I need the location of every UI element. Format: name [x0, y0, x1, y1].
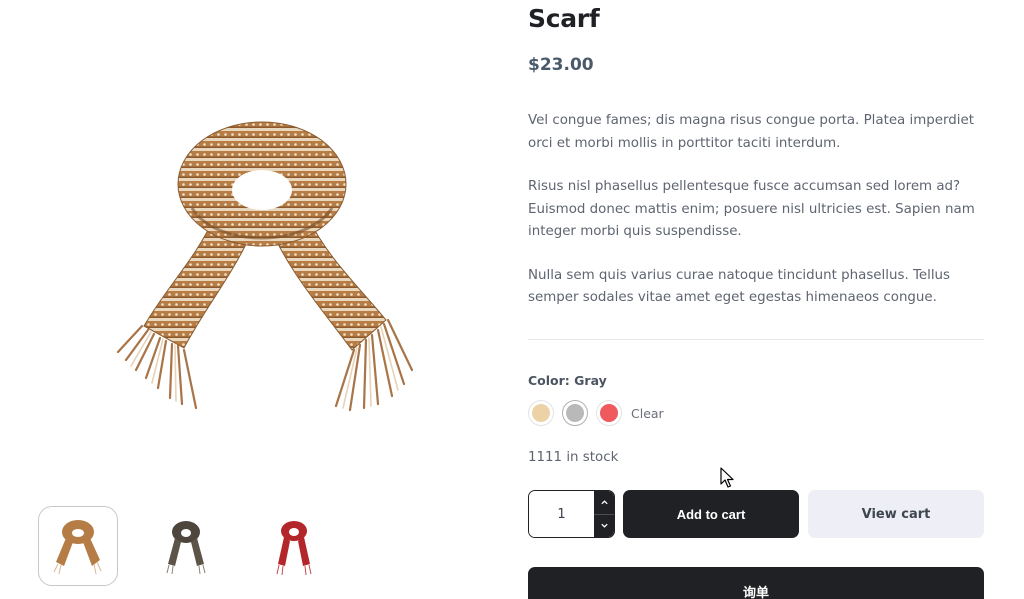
quantity-stepper	[528, 490, 615, 538]
thumbnail-scarf-dark-plaid[interactable]	[146, 506, 226, 586]
inquiry-button[interactable]: 询单	[528, 567, 984, 599]
scarf-image	[116, 121, 414, 412]
scarf-dark-plaid-thumbnail	[166, 521, 206, 575]
add-to-cart-button[interactable]: Add to cart	[623, 490, 799, 538]
quantity-input[interactable]	[529, 491, 594, 537]
color-label: Color: Gray	[528, 373, 607, 388]
quantity-decrease-button[interactable]	[594, 513, 614, 538]
swatch-beige[interactable]	[528, 400, 554, 426]
quantity-steppers	[594, 491, 614, 537]
product-description: Vel congue fames; dis magna risus congue…	[528, 110, 984, 331]
clear-variation-link[interactable]: Clear	[631, 406, 664, 421]
product-main-image[interactable]	[96, 98, 426, 428]
swatch-gray[interactable]	[562, 400, 588, 426]
color-swatches: Clear	[528, 400, 664, 426]
description-paragraph: Nulla sem quis varius curae natoque tinc…	[528, 267, 950, 306]
description-paragraph: Vel congue fames; dis magna risus congue…	[528, 113, 975, 151]
swatch-red[interactable]	[596, 400, 622, 426]
section-divider	[528, 339, 984, 340]
view-cart-button[interactable]: View cart	[808, 490, 984, 538]
thumbnail-strip	[38, 506, 334, 586]
chevron-down-icon	[600, 523, 608, 528]
mouse-pointer-icon	[720, 467, 734, 488]
description-paragraph: Risus nisl phasellus pellentesque fusce …	[528, 179, 975, 239]
scarf-brown-thumbnail	[53, 520, 102, 575]
thumbnail-scarf-brown[interactable]	[38, 506, 118, 586]
stock-status: 1111 in stock	[528, 450, 619, 465]
chevron-up-icon	[600, 500, 608, 505]
beige-dot	[532, 404, 550, 422]
thumbnail-scarf-red[interactable]	[254, 506, 334, 586]
scarf-red-thumbnail	[276, 521, 312, 576]
product-price: $23.00	[528, 55, 594, 75]
red-dot	[600, 404, 618, 422]
product-title: Scarf	[528, 4, 600, 33]
gray-dot	[566, 404, 584, 422]
quantity-increase-button[interactable]	[594, 491, 614, 514]
